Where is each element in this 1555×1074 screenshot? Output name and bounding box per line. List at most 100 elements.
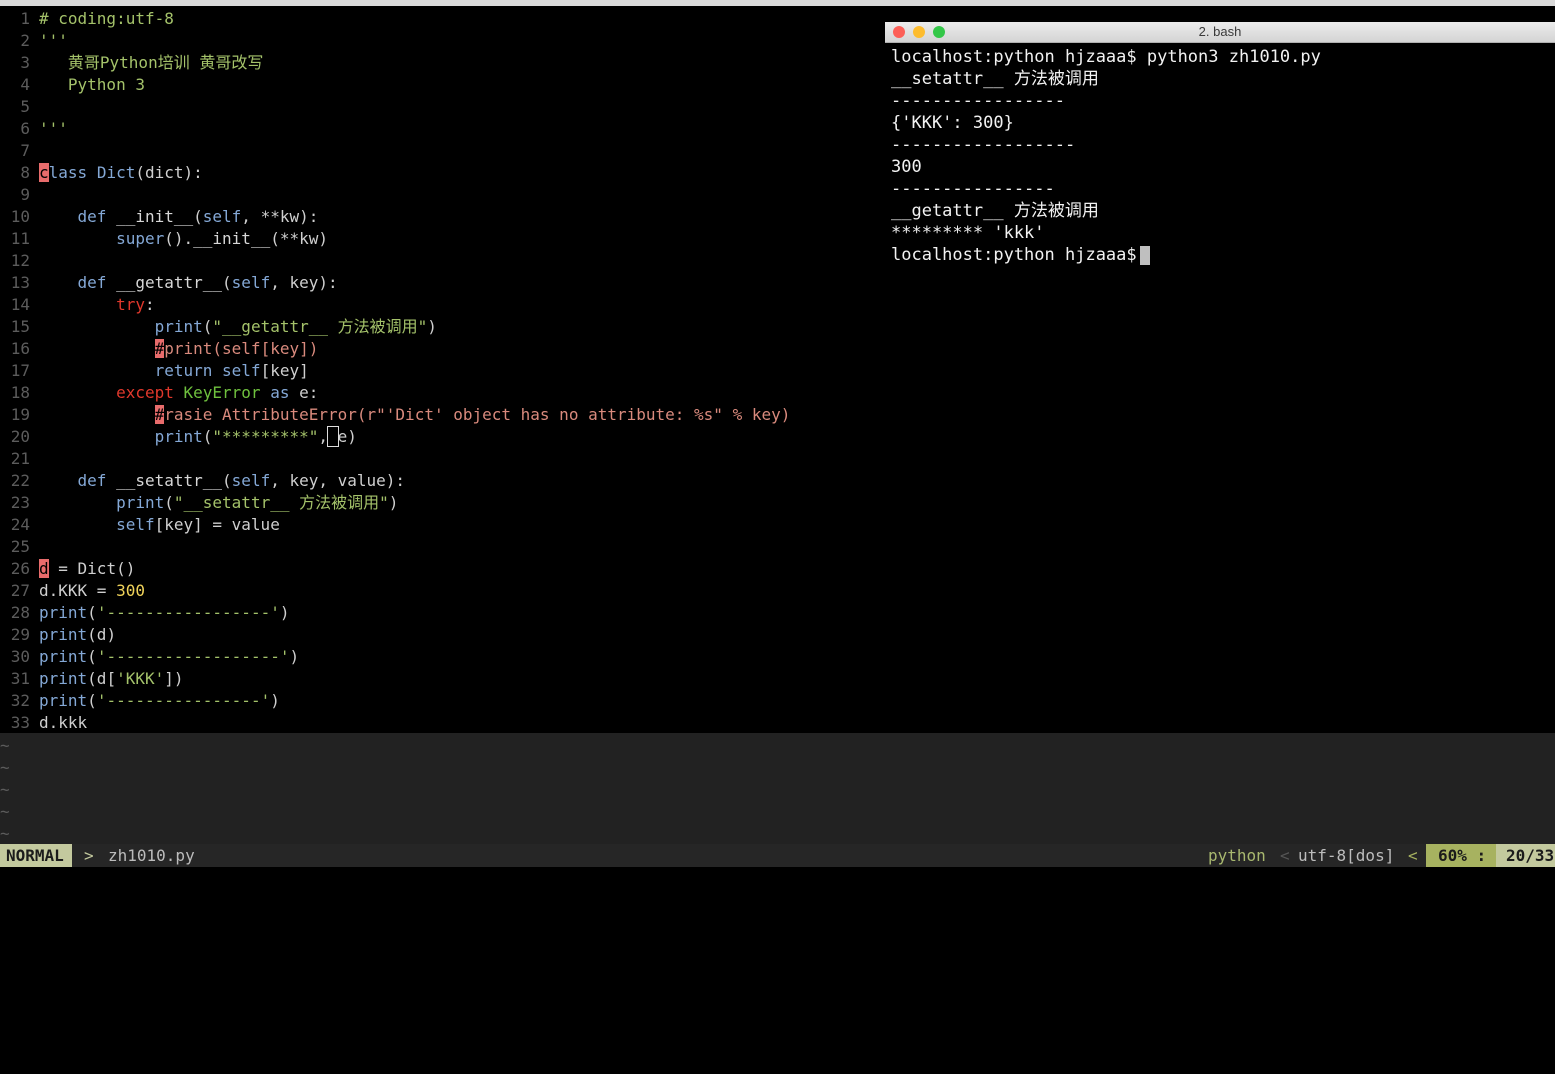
code-token: , key, value): <box>270 471 406 490</box>
code-line[interactable]: 4 Python 3 <box>0 74 880 96</box>
code-line[interactable]: 8 class Dict(dict): <box>0 162 880 184</box>
line-number: 22 <box>10 471 30 490</box>
code-line[interactable]: 10 def __init__(self, **kw): <box>0 206 880 228</box>
code-line[interactable]: 24 self[key] = value <box>0 514 880 536</box>
code-token: = Dict() <box>48 559 136 578</box>
code-token: : <box>144 295 155 314</box>
line-number: 24 <box>10 515 30 534</box>
code-token: self <box>231 471 271 490</box>
terminal-line: ----------------- <box>891 91 1065 111</box>
code-token: (**kw) <box>270 229 328 248</box>
code-token: , <box>318 427 329 446</box>
code-line[interactable]: 14 try: <box>0 294 880 316</box>
empty-line-marker: ~ <box>0 780 10 799</box>
code-token: self <box>222 361 261 380</box>
line-text: print("__setattr__ 方法被调用") <box>39 492 398 514</box>
code-line[interactable]: 20 print("*********", e) <box>0 426 880 448</box>
code-token: ]) <box>164 669 184 688</box>
code-token: print <box>39 691 88 710</box>
line-text: #print(self[key]) <box>39 338 318 360</box>
code-line[interactable]: 19 #rasie AttributeError(r"'Dict' object… <box>0 404 880 426</box>
line-number: 14 <box>10 295 30 314</box>
code-line[interactable]: 3 黄哥Python培训 黄哥改写 <box>0 52 880 74</box>
code-line[interactable]: 5 <box>0 96 880 118</box>
code-line[interactable]: 9 <box>0 184 880 206</box>
code-line[interactable]: 28 print('-----------------') <box>0 602 880 624</box>
terminal-window[interactable]: 2. bash localhost:python hjzaaa$ python3… <box>885 22 1555 352</box>
code-token: ( <box>164 493 174 512</box>
code-line[interactable]: 32 print('----------------') <box>0 690 880 712</box>
terminal-line: ********* 'kkk' <box>891 223 1045 243</box>
line-number: 1 <box>20 9 30 28</box>
code-line[interactable]: 18 except KeyError as e: <box>0 382 880 404</box>
empty-line-marker: ~ <box>0 824 10 843</box>
code-token: return <box>39 361 223 380</box>
code-line[interactable]: 25 <box>0 536 880 558</box>
code-line[interactable]: 6 ''' <box>0 118 880 140</box>
code-token: (). <box>164 229 194 248</box>
line-text: print(d['KKK']) <box>39 668 184 690</box>
code-token: [key] <box>260 361 309 380</box>
code-line[interactable]: 21 <box>0 448 880 470</box>
code-token: "*********" <box>212 427 319 446</box>
line-number: 12 <box>10 251 30 270</box>
line-text: print("__getattr__ 方法被调用") <box>39 316 437 338</box>
code-token: self <box>39 515 155 534</box>
terminal-titlebar[interactable]: 2. bash <box>885 22 1555 43</box>
code-line[interactable]: 31 print(d['KKK']) <box>0 668 880 690</box>
line-text: def __setattr__(self, key, value): <box>39 470 406 492</box>
code-line[interactable]: 7 <box>0 140 880 162</box>
line-number: 28 <box>10 603 30 622</box>
code-token: print <box>39 669 88 688</box>
code-token: '------------------' <box>96 647 290 666</box>
code-line[interactable]: 22 def __setattr__(self, key, value): <box>0 470 880 492</box>
code-token: ( <box>222 471 232 490</box>
code-token: __init__ <box>193 229 271 248</box>
code-line[interactable]: 26 d = Dict() <box>0 558 880 580</box>
line-text: print('-----------------') <box>39 602 289 624</box>
code-token: ( <box>193 207 203 226</box>
line-text: def __getattr__(self, key): <box>39 272 338 294</box>
code-token: # <box>154 339 165 358</box>
code-line[interactable]: 17 return self[key] <box>0 360 880 382</box>
code-line[interactable]: 12 <box>0 250 880 272</box>
code-token: self <box>231 273 271 292</box>
line-number: 8 <box>20 163 30 182</box>
code-token: # coding:utf-8 <box>39 9 174 28</box>
code-line[interactable]: 23 print("__setattr__ 方法被调用") <box>0 492 880 514</box>
code-line[interactable]: 16 #print(self[key]) <box>0 338 880 360</box>
mode-indicator: NORMAL <box>0 844 72 867</box>
code-token: ( <box>87 691 97 710</box>
line-text: print("*********", e) <box>39 426 357 448</box>
line-text: super().__init__(**kw) <box>39 228 328 250</box>
code-line[interactable]: 11 super().__init__(**kw) <box>0 228 880 250</box>
code-line[interactable]: 1 # coding:utf-8 <box>0 8 880 30</box>
code-token: __init__ <box>116 207 194 226</box>
code-line[interactable]: 27 d.KKK = 300 <box>0 580 880 602</box>
empty-line-marker: ~ <box>0 736 10 755</box>
code-line[interactable]: 13 def __getattr__(self, key): <box>0 272 880 294</box>
code-line[interactable]: 30 print('------------------') <box>0 646 880 668</box>
line-number: 9 <box>20 185 30 204</box>
terminal-title: 2. bash <box>1198 24 1242 39</box>
code-token: ) <box>270 691 280 710</box>
code-line[interactable]: 29 print(d) <box>0 624 880 646</box>
line-text: except KeyError as e: <box>39 382 318 404</box>
line-number: 32 <box>10 691 30 710</box>
code-token: print(self[key]) <box>164 339 319 358</box>
code-line[interactable]: 15 print("__getattr__ 方法被调用") <box>0 316 880 338</box>
line-number: 4 <box>20 75 30 94</box>
terminal-line: ---------------- <box>891 179 1055 199</box>
code-token: 300 <box>116 581 145 600</box>
code-token: "__getattr__ 方法被调用" <box>212 317 428 336</box>
code-token: , key): <box>270 273 338 292</box>
code-token: try <box>39 295 145 314</box>
code-line[interactable]: 33 d.kkk <box>0 712 880 734</box>
code-line[interactable]: 2 ''' <box>0 30 880 52</box>
line-number: 25 <box>10 537 30 556</box>
line-number: 5 <box>20 97 30 116</box>
code-token: , **kw): <box>241 207 319 226</box>
line-number: 15 <box>10 317 30 336</box>
line-number: 11 <box>10 229 30 248</box>
code-token: (dict): <box>135 163 203 182</box>
